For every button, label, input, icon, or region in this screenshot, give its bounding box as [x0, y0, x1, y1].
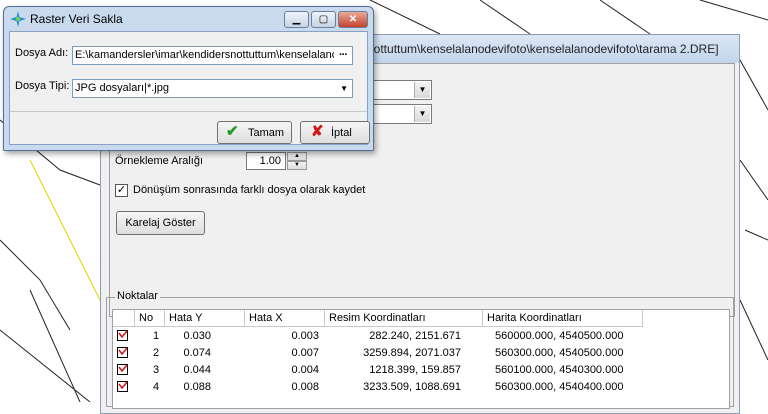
- column-header-resim[interactable]: Resim Koordinatları: [325, 310, 483, 327]
- file-name-field[interactable]: E:\kamandersler\imar\kendidersnottuttum\…: [72, 46, 353, 65]
- table-row[interactable]: 1 0.030 0.003 282.240, 2151.671 560000.0…: [113, 328, 729, 344]
- file-type-select[interactable]: JPG dosyaları|*.jpg ▼: [72, 79, 353, 98]
- collage-button[interactable]: Karelaj Göster: [116, 211, 205, 235]
- file-type-label: Dosya Tipi:: [15, 80, 70, 92]
- table-row[interactable]: 2 0.074 0.007 3259.894, 2071.037 560300.…: [113, 345, 729, 361]
- cell-harita: 560100.000, 4540300.000: [495, 364, 624, 376]
- point-flag-icon: [117, 347, 128, 358]
- cell-resim: 3259.894, 2071.037: [363, 347, 461, 359]
- points-table[interactable]: No Hata Y Hata X Resim Koordinatları Har…: [112, 309, 730, 409]
- sampling-input[interactable]: 1.00: [246, 152, 286, 170]
- cell-no: 4: [153, 381, 160, 393]
- chevron-down-icon: ▼: [414, 106, 430, 122]
- cell-hata-y: 0.088: [183, 381, 211, 393]
- cell-resim: 3233.509, 1088.691: [363, 381, 461, 393]
- point-flag-icon: [117, 330, 128, 341]
- dialog-title: Raster Veri Sakla: [30, 12, 123, 26]
- cell-no: 2: [153, 347, 160, 359]
- cancel-button[interactable]: ✘ İptal: [300, 121, 370, 144]
- save-as-different-file-checkbox[interactable]: ✓: [115, 184, 128, 197]
- cell-hata-y: 0.074: [183, 347, 211, 359]
- cell-resim: 282.240, 2151.671: [369, 330, 461, 342]
- cell-harita: 560300.000, 4540500.000: [495, 347, 624, 359]
- cancel-label: İptal: [331, 127, 352, 139]
- checkbox-label: Dönüşüm sonrasında farklı dosya olarak k…: [133, 184, 366, 196]
- column-header-hata-y[interactable]: Hata Y: [165, 310, 245, 327]
- file-name-label: Dosya Adı:: [15, 47, 69, 59]
- point-flag-icon: [117, 364, 128, 375]
- points-group-label: Noktalar: [115, 290, 160, 302]
- minimize-button[interactable]: ▁: [284, 11, 309, 28]
- divider: [10, 111, 367, 112]
- cell-hata-x: 0.003: [291, 330, 319, 342]
- close-button[interactable]: ✕: [338, 11, 368, 28]
- point-flag-icon: [117, 381, 128, 392]
- spin-down-button[interactable]: ▼: [287, 161, 307, 170]
- maximize-button[interactable]: ▢: [311, 11, 336, 28]
- checkmark-icon: ✔: [226, 123, 239, 140]
- cell-hata-y: 0.030: [183, 330, 211, 342]
- column-header-flag[interactable]: [113, 310, 135, 327]
- cell-hata-x: 0.007: [291, 347, 319, 359]
- column-header-hata-x[interactable]: Hata X: [245, 310, 325, 327]
- column-header-no[interactable]: No: [135, 310, 165, 327]
- cell-hata-x: 0.004: [291, 364, 319, 376]
- column-header-harita[interactable]: Harita Koordinatları: [483, 310, 643, 327]
- ok-button[interactable]: ✔ Tamam: [217, 121, 292, 144]
- sampling-label: Örnekleme Aralığı: [115, 155, 204, 167]
- browse-button[interactable]: ···: [334, 47, 352, 64]
- dialog-body: Dosya Adı: E:\kamandersler\imar\kendider…: [9, 31, 370, 145]
- file-type-value: JPG dosyaları|*.jpg: [75, 82, 169, 94]
- chevron-down-icon: ▼: [340, 84, 348, 93]
- cell-harita: 560000.000, 4540500.000: [495, 330, 624, 342]
- cell-no: 1: [153, 330, 160, 342]
- cell-no: 3: [153, 364, 160, 376]
- x-icon: ✘: [311, 123, 324, 140]
- spin-up-button[interactable]: ▲: [287, 152, 307, 161]
- ok-label: Tamam: [248, 127, 285, 139]
- app-star-icon: [10, 11, 26, 27]
- cell-harita: 560300.000, 4540400.000: [495, 381, 624, 393]
- cell-hata-y: 0.044: [183, 364, 211, 376]
- raster-save-dialog: Raster Veri Sakla ▁ ▢ ✕ Dosya Adı: E:\ka…: [3, 6, 374, 151]
- chevron-down-icon: ▼: [414, 82, 430, 98]
- file-name-value: E:\kamandersler\imar\kendidersnottuttum\…: [75, 49, 338, 61]
- table-row[interactable]: 4 0.088 0.008 3233.509, 1088.691 560300.…: [113, 379, 729, 395]
- background-window-title: nottuttum\kenselalanodevifoto\kenselalan…: [367, 42, 719, 56]
- cell-resim: 1218.399, 159.857: [369, 364, 461, 376]
- table-row[interactable]: 3 0.044 0.004 1218.399, 159.857 560100.0…: [113, 362, 729, 378]
- cell-hata-x: 0.008: [291, 381, 319, 393]
